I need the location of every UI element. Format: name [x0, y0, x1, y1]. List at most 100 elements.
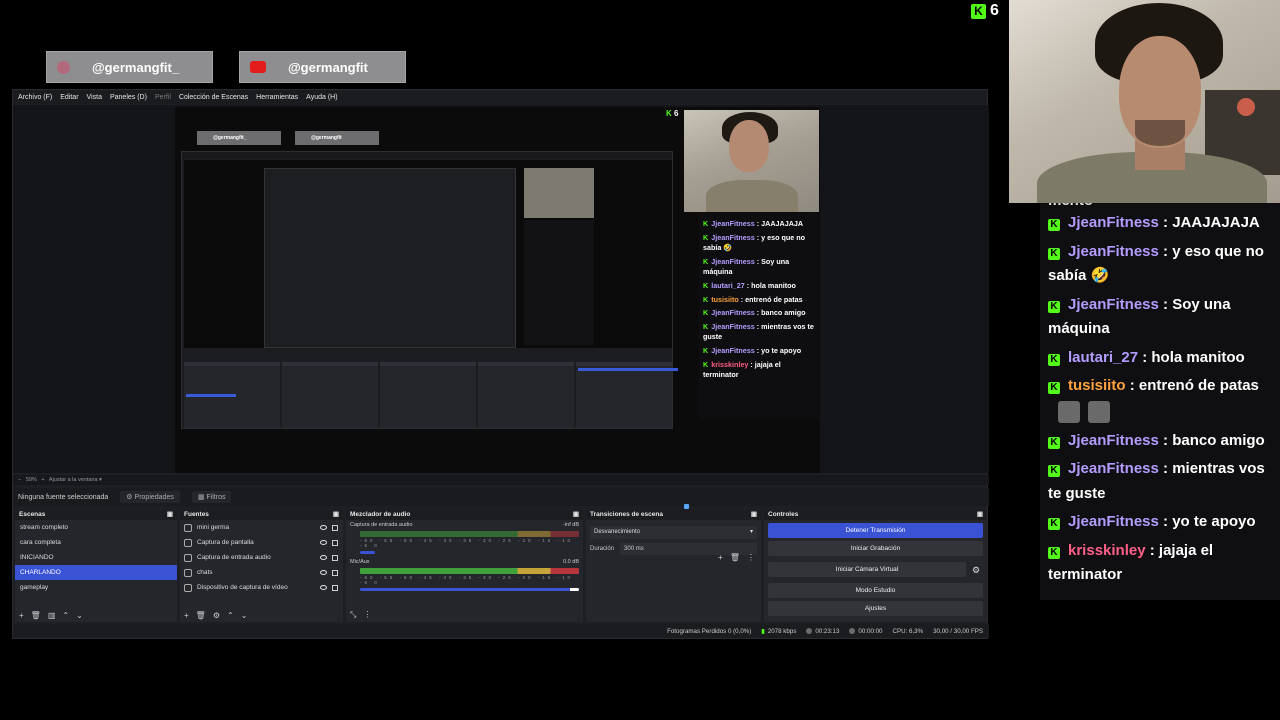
eye-icon[interactable] [320, 540, 327, 545]
volume-slider[interactable] [360, 551, 375, 554]
zoom-in-button[interactable]: + [41, 477, 44, 483]
mixer-channel: Mic/Aux 0.0 dB -60 -55 -50 -45 -40 -35 -3… [346, 557, 583, 591]
arrow-down-icon[interactable]: ⌄ [76, 611, 83, 620]
undock-icon[interactable]: ▣ [167, 510, 173, 520]
scene-item[interactable]: stream completo [15, 520, 177, 535]
camera-icon [184, 583, 192, 592]
eye-icon[interactable] [320, 525, 327, 530]
transition-select[interactable]: Desvanecimiento ▾ [590, 526, 757, 539]
mini-chat-user: JjeanFitness [711, 232, 755, 242]
undock-icon[interactable]: ▣ [977, 510, 983, 520]
mixer-channel: Captura de entrada audio -inf dB -60 -55 … [346, 520, 583, 554]
mini-chat-text: : hola manitoo [746, 280, 796, 290]
trash-icon[interactable]: 🗑 [196, 611, 206, 620]
more-icon[interactable]: ⋮ [747, 553, 755, 562]
filter-icon[interactable]: ▥ [48, 611, 56, 620]
nested-menu-bar [182, 152, 672, 159]
scene-item[interactable]: cara completa [15, 535, 177, 550]
chat-message: K JjeanFitness : y eso que no sabía 🤣 [1048, 240, 1272, 289]
more-icon[interactable]: ⋮ [363, 610, 371, 620]
transitions-dock-header: Transiciones de escena ▣ [586, 510, 761, 520]
add-icon[interactable]: + [19, 611, 24, 620]
add-icon[interactable]: + [718, 553, 723, 562]
mini-chat-message: K JjeanFitness : y eso que no sabía 🤣 [703, 233, 815, 254]
cam-body [706, 180, 798, 212]
properties-button[interactable]: ⚙ Propiedades [120, 491, 180, 503]
stop-streaming-button[interactable]: Detener Transmisión [768, 523, 983, 538]
scene-item[interactable]: gameplay [15, 580, 177, 595]
scenes-dock: Escenas ▣ stream completo cara completa I… [15, 510, 177, 622]
volume-slider[interactable] [360, 588, 579, 591]
zoom-mode[interactable]: Ajustar a la ventana [49, 477, 98, 483]
rec-time: 00:00:00 [858, 627, 883, 635]
meter-ticks: -60 -55 -50 -45 -40 -35 -30 -25 -20 -15 … [360, 575, 574, 585]
undock-icon[interactable]: ▣ [751, 510, 757, 520]
start-virtual-camera-button[interactable]: Iniciar Cámara Virtual [768, 562, 966, 577]
youtube-handle: @germangfit [288, 59, 368, 75]
mini-chat-message: Ktusisiito : entrenó de patas [703, 295, 815, 306]
studio-mode-button[interactable]: Modo Estudio [768, 583, 983, 598]
menu-docks[interactable]: Paneles (D) [110, 94, 147, 101]
kick-badge-icon: K [703, 308, 709, 318]
trash-icon[interactable]: 🗑 [730, 553, 740, 562]
gear-icon[interactable]: ⚙ [970, 564, 982, 576]
arrow-up-icon[interactable]: ⌃ [62, 611, 69, 620]
eye-icon[interactable] [320, 570, 327, 575]
scene-item-selected[interactable]: CHARLANDO [15, 565, 177, 580]
chevron-down-icon[interactable]: ▾ [99, 477, 102, 483]
zoom-out-button[interactable]: − [18, 477, 21, 483]
source-item[interactable]: Dispositivo de captura de vídeo [180, 580, 343, 595]
start-recording-button[interactable]: Iniciar Grabación [768, 541, 983, 556]
deep-chat [524, 220, 594, 345]
source-item[interactable]: Captura de pantalla [180, 535, 343, 550]
scenes-dock-header: Escenas ▣ [15, 510, 177, 520]
filters-button[interactable]: ▦ Filtros [191, 491, 232, 503]
zoom-percent: 59% [25, 477, 37, 483]
trash-icon[interactable]: 🗑 [31, 611, 41, 620]
eye-icon[interactable] [320, 585, 327, 590]
gear-icon[interactable]: ⚙ [213, 611, 220, 620]
chat-message: Ktusisiito : entrenó de patas [1048, 374, 1272, 399]
undock-icon[interactable]: ▣ [573, 510, 579, 520]
lock-icon[interactable] [332, 524, 338, 531]
eye-icon[interactable] [320, 555, 327, 560]
lock-icon[interactable] [332, 569, 338, 576]
kick-counter: K 6 [971, 2, 999, 20]
mini-chat-user: tusisiito [711, 294, 739, 304]
source-item[interactable]: Captura de entrada audio [180, 550, 343, 565]
menu-help[interactable]: Ayuda (H) [306, 94, 337, 101]
menu-scene-collection[interactable]: Colección de Escenas [179, 94, 248, 101]
nested-instagram-handle: @germangfit_ [213, 135, 247, 141]
filters-label: Filtros [206, 494, 226, 501]
source-item[interactable]: chats [180, 565, 343, 580]
nested-controls-dock [576, 362, 678, 428]
add-icon[interactable]: + [184, 611, 189, 620]
channel-db: -inf dB [563, 522, 579, 528]
channel-name: Mic/Aux [350, 559, 370, 565]
nested-stop-button [578, 368, 678, 371]
arrow-up-icon[interactable]: ⌃ [227, 611, 234, 620]
cam-head [729, 120, 769, 172]
nested-scenes-dock [184, 362, 280, 428]
settings-button[interactable]: Ajustes [768, 601, 983, 616]
menu-edit[interactable]: Editar [60, 94, 78, 101]
kick-badge-icon: K [1048, 247, 1060, 260]
link-icon[interactable]: ⤡ [350, 610, 356, 620]
youtube-badge: @germangfit [239, 51, 406, 83]
menu-file[interactable]: Archivo (F) [18, 94, 52, 101]
scene-item[interactable]: INICIANDO [15, 550, 177, 565]
globe-icon [184, 568, 192, 577]
undock-icon[interactable]: ▣ [333, 510, 339, 520]
menu-profile[interactable]: Perfil [155, 94, 171, 101]
menu-tools[interactable]: Herramientas [256, 94, 298, 101]
arrow-down-icon[interactable]: ⌄ [241, 611, 248, 620]
preview-canvas[interactable]: @germangfit_ @germangfit K 6 K JjeanFitn… [175, 107, 820, 473]
lock-icon[interactable] [332, 584, 338, 591]
bitrate-value: 2078 kbps [767, 627, 797, 635]
lock-icon[interactable] [332, 554, 338, 561]
source-item[interactable]: mini germa [180, 520, 343, 535]
menu-view[interactable]: Vista [87, 94, 102, 101]
chat-overlay: mento K JjeanFitness : JAAJAJAJA K JjeanFi… [1040, 203, 1280, 600]
docks-row: Escenas ▣ stream completo cara completa I… [13, 510, 989, 622]
lock-icon[interactable] [332, 539, 338, 546]
